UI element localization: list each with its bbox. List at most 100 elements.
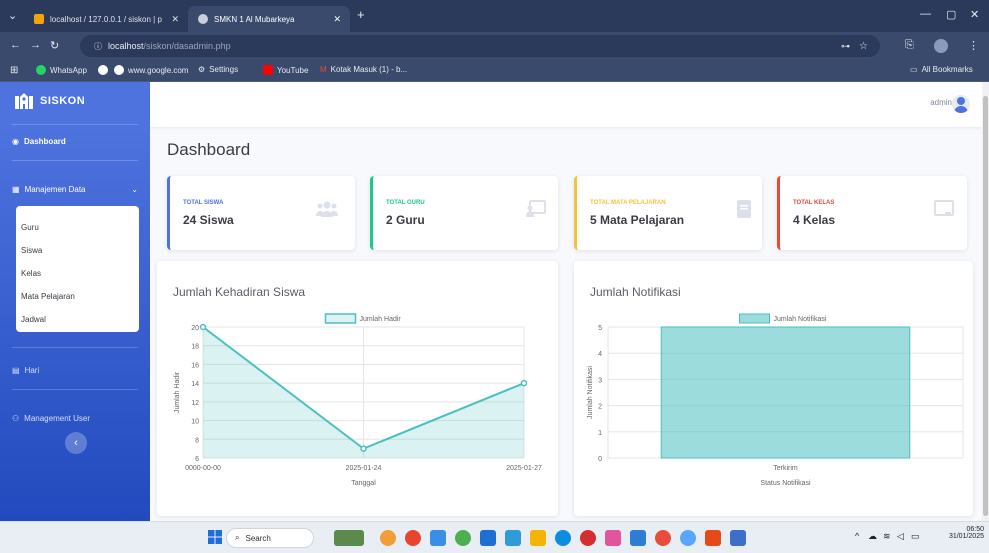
legend-swatch (739, 313, 770, 324)
chevron-left-icon: ‹ (74, 437, 78, 449)
downloads-icon[interactable]: ⎘ (905, 39, 914, 52)
bookmark-settings[interactable]: ⚙ Settings (198, 65, 238, 74)
page-scrollbar[interactable] (982, 82, 989, 521)
tray-cloud-icon[interactable]: ☁ (868, 531, 877, 542)
address-bar[interactable]: ⓘ localhost/siskon/dasadmin.php ⊶ ☆ (80, 35, 880, 57)
file-explorer-icon[interactable] (530, 530, 546, 546)
bookmark-google[interactable]: www.google.com (114, 65, 188, 75)
forward-icon[interactable]: → (30, 39, 41, 51)
submenu-item-kelas[interactable]: Kelas (21, 269, 41, 278)
gmail-icon: M (320, 65, 327, 74)
minimize-icon[interactable]: — (920, 8, 931, 20)
y-tick-label: 5 (598, 325, 602, 332)
y-axis-label: Jumlah Hadir (174, 371, 181, 413)
chrome-icon[interactable] (455, 530, 471, 546)
y-tick-label: 2 (598, 404, 602, 411)
clock[interactable]: 06:50 31/01/2025 (932, 526, 984, 540)
sidebar-toggle-button[interactable]: ‹ (65, 432, 87, 454)
stat-label: TOTAL KELAS (793, 200, 835, 206)
browser-nav-bar: ← → ↻ ⓘ localhost/siskon/dasadmin.php ⊶ … (0, 32, 989, 60)
new-tab-icon[interactable]: + (357, 7, 365, 22)
app-icon[interactable] (380, 530, 396, 546)
topbar: admin (150, 82, 982, 127)
chrome-icon[interactable] (405, 530, 421, 546)
submenu-item-guru[interactable]: Guru (21, 223, 39, 232)
close-window-icon[interactable]: ✕ (970, 8, 979, 21)
sidebar-item-dashboard[interactable]: ◉ Dashboard (12, 137, 66, 146)
x-tick-label: 0000-00-00 (185, 465, 221, 472)
menu-icon[interactable]: ⋮ (968, 39, 979, 52)
windows-taskbar: ⌕ Search ^ ☁ ≋ ◁ ▭ 06:50 31/01/2025 (0, 521, 989, 553)
apps-icon[interactable]: ⊞ (10, 65, 18, 76)
y-tick-label: 18 (191, 344, 199, 351)
y-tick-label: 20 (191, 325, 199, 332)
submenu-item-siswa[interactable]: Siswa (21, 246, 42, 255)
x-axis-label: Status Notifikasi (760, 480, 811, 487)
bookmark-google-icon-only[interactable] (98, 65, 112, 75)
app-icon[interactable] (480, 530, 496, 546)
app-icon[interactable] (605, 530, 621, 546)
google-icon (98, 65, 108, 75)
zebra-widget-icon[interactable] (334, 530, 364, 546)
tab-phpmyadmin[interactable]: localhost / 127.0.0.1 / siskon | p ✕ (24, 6, 188, 32)
sidebar-item-management-user[interactable]: ⚇ Management User (12, 414, 90, 423)
stat-label: TOTAL MATA PELAJARAN (590, 200, 666, 206)
battery-icon[interactable]: ▭ (911, 531, 920, 542)
book-icon (737, 200, 751, 224)
panel-kehadiran: Jumlah Kehadiran Siswa 6 8 10 12 14 16 18 20 000… (157, 261, 558, 516)
close-tab-icon[interactable]: ✕ (171, 14, 179, 25)
classroom-icon (934, 200, 954, 224)
close-tab-icon[interactable]: ✕ (333, 14, 341, 25)
app-icon[interactable] (730, 530, 746, 546)
maximize-icon[interactable]: ▢ (946, 8, 956, 21)
tray-chevron-up-icon[interactable]: ^ (855, 531, 859, 541)
app-icon[interactable] (505, 530, 521, 546)
taskbar-search[interactable]: ⌕ Search (226, 528, 314, 548)
tab-smkn[interactable]: SMKN 1 Al Mubarkeya ✕ (188, 6, 350, 32)
chalkboard-icon (526, 200, 546, 224)
y-tick-label: 16 (191, 362, 199, 369)
submenu-item-mata-pelajaran[interactable]: Mata Pelajaran (21, 292, 75, 301)
stat-value: 5 Mata Pelajaran (590, 213, 685, 227)
user-name[interactable]: admin (930, 98, 952, 107)
users-icon: ⚇ (12, 414, 20, 423)
app-icon[interactable] (430, 530, 446, 546)
reload-icon[interactable]: ↻ (50, 39, 59, 52)
avatar[interactable] (952, 95, 970, 113)
extension-icon[interactable]: ⊶ (841, 41, 850, 52)
y-tick-label: 6 (195, 456, 199, 463)
wifi-icon[interactable]: ≋ (883, 531, 891, 542)
y-tick-label: 4 (598, 351, 602, 358)
all-bookmarks[interactable]: ▭ All Bookmarks (910, 65, 973, 74)
sidebar-brand[interactable]: SISKON (0, 82, 150, 120)
bookmark-whatsapp[interactable]: WhatsApp (36, 65, 87, 75)
site-info-icon[interactable]: ⓘ (94, 41, 102, 52)
whatsapp-icon (36, 65, 46, 75)
y-tick-label: 12 (191, 400, 199, 407)
app-icon[interactable] (630, 530, 646, 546)
app-icon[interactable] (705, 530, 721, 546)
submenu-item-jadwal[interactable]: Jadwal (21, 315, 46, 324)
data-point (520, 379, 528, 387)
sidebar-item-hari[interactable]: ▤ Hari (12, 366, 39, 375)
google-icon (114, 65, 124, 75)
search-icon: ⌕ (235, 533, 240, 542)
volume-icon[interactable]: ◁ (897, 531, 904, 542)
chrome-icon[interactable] (655, 530, 671, 546)
tab-list-icon[interactable]: ⌄ (8, 9, 17, 22)
sidebar-item-manajemen-data[interactable]: ▦ Manajemen Data ⌄ (12, 185, 138, 194)
bookmark-gmail[interactable]: M Kotak Masuk (1) - b... (320, 65, 407, 74)
bookmark-youtube[interactable]: YouTube (263, 65, 308, 75)
x-tick-label: 2025-01-27 (506, 465, 542, 472)
star-icon[interactable]: ☆ (859, 41, 868, 52)
back-icon[interactable]: ← (10, 39, 21, 51)
settings-icon[interactable] (680, 530, 696, 546)
gear-icon: ⚙ (198, 65, 206, 74)
profile-icon[interactable] (934, 39, 948, 53)
data-point (199, 323, 207, 331)
bookmarks-bar: ⊞ WhatsApp www.google.com ⚙ Settings YouT… (0, 60, 989, 82)
edge-icon[interactable] (555, 530, 571, 546)
app-icon[interactable] (580, 530, 596, 546)
windows-start-icon[interactable] (208, 530, 222, 544)
phpmyadmin-icon (34, 14, 44, 24)
